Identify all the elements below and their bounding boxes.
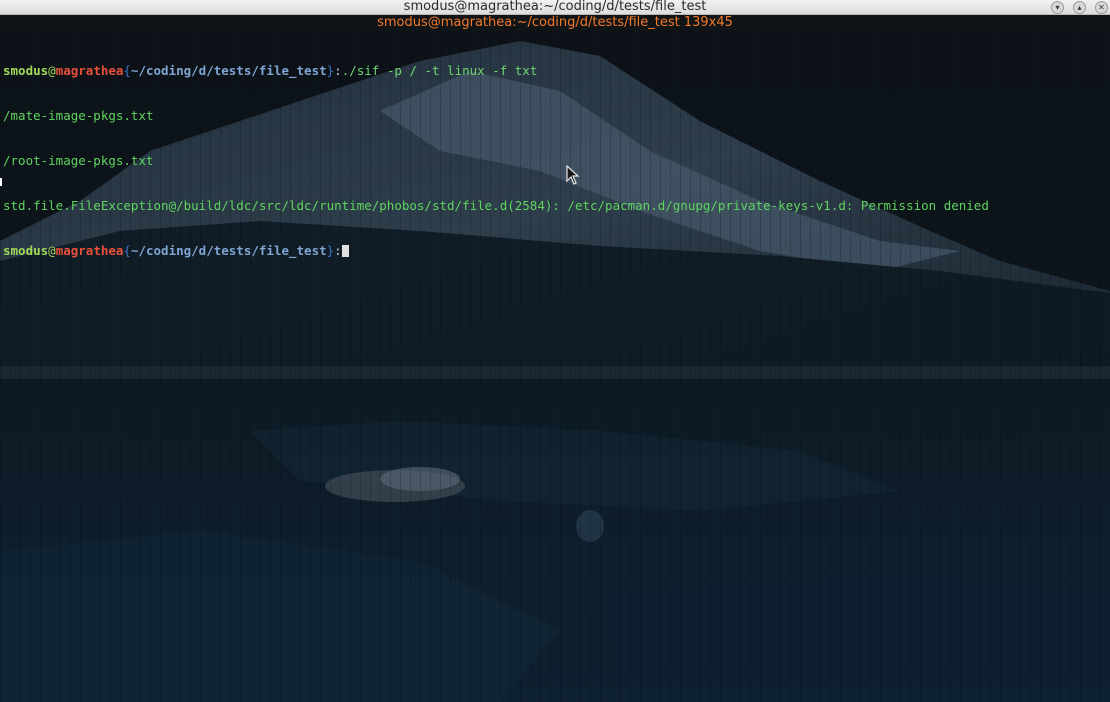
prompt-colon: : — [334, 63, 342, 78]
prompt-open-brace: { — [123, 243, 131, 258]
prompt-open-brace: { — [123, 63, 131, 78]
prompt-at: @ — [48, 243, 56, 258]
prompt-user: smodus — [3, 63, 49, 78]
window-titlebar[interactable]: smodus@magrathea:~/coding/d/tests/file_t… — [0, 0, 1110, 15]
mouse-pointer-icon — [566, 165, 580, 185]
prompt-colon: : — [334, 243, 342, 258]
close-icon[interactable]: ✕ — [1095, 0, 1108, 14]
prompt-path: ~/coding/d/tests/file_test — [130, 243, 327, 258]
terminal-output[interactable]: smodus@magrathea{~/coding/d/tests/file_t… — [3, 33, 989, 288]
prompt-user: smodus — [3, 243, 49, 258]
command-line: smodus@magrathea{~/coding/d/tests/file_t… — [3, 63, 989, 78]
output-line: /root-image-pkgs.txt — [3, 153, 154, 168]
prompt-host: magrathea — [55, 243, 124, 258]
error-line: std.file.FileException@/build/ldc/src/ld… — [3, 198, 989, 213]
output-line: /mate-image-pkgs.txt — [3, 108, 154, 123]
prompt-path: ~/coding/d/tests/file_test — [130, 63, 327, 78]
prompt-at: @ — [48, 63, 56, 78]
window-title: smodus@magrathea:~/coding/d/tests/file_t… — [403, 0, 707, 14]
prompt-host: magrathea — [55, 63, 124, 78]
window-controls: ▾ ▴ ✕ — [1051, 0, 1108, 14]
tab-title: smodus@magrathea:~/coding/d/tests/file_t… — [377, 15, 733, 30]
terminal-tab[interactable]: smodus@magrathea:~/coding/d/tests/file_t… — [0, 15, 1110, 31]
chevron-up-icon[interactable]: ▴ — [1073, 0, 1086, 14]
terminal-area[interactable]: smodus@magrathea{~/coding/d/tests/file_t… — [0, 31, 1110, 702]
scroll-marker — [0, 178, 2, 186]
chevron-down-icon[interactable]: ▾ — [1051, 0, 1064, 14]
command-text: ./sif -p / -t linux -f txt — [341, 63, 538, 78]
text-cursor — [341, 245, 349, 257]
active-prompt-line[interactable]: smodus@magrathea{~/coding/d/tests/file_t… — [3, 243, 989, 258]
